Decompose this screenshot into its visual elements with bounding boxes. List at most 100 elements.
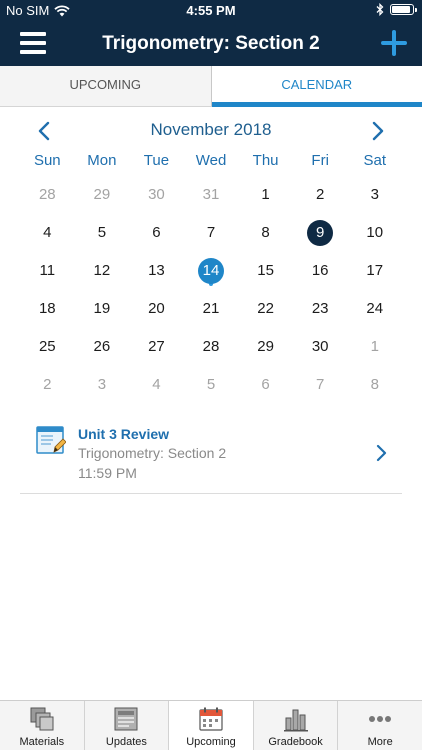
- calendar-day[interactable]: 8: [347, 366, 402, 404]
- calendar-day-number: 29: [93, 186, 111, 203]
- calendar-day[interactable]: 24: [347, 290, 402, 328]
- calendar-day-number: 15: [257, 262, 274, 279]
- calendar-day-number: 5: [206, 376, 216, 393]
- weekday-label: Sat: [363, 152, 387, 169]
- calendar-day[interactable]: 28: [184, 328, 239, 366]
- tab-label: Updates: [105, 736, 147, 748]
- calendar-day-number: 18: [38, 300, 56, 317]
- calendar-day[interactable]: 27: [129, 328, 184, 366]
- calendar-day-number: 26: [93, 338, 111, 355]
- plus-icon[interactable]: [380, 29, 408, 57]
- calendar-day[interactable]: 29: [238, 328, 293, 366]
- calendar-day[interactable]: 18: [20, 290, 75, 328]
- calendar-day-number: 22: [257, 300, 274, 317]
- updates-icon: [114, 707, 138, 731]
- calendar-day[interactable]: 4: [20, 214, 75, 252]
- calendar-day[interactable]: 30: [129, 176, 184, 214]
- calendar-day[interactable]: 5: [75, 214, 130, 252]
- chevron-right-icon: [376, 444, 387, 462]
- calendar-day-number: 23: [311, 300, 329, 317]
- calendar-day[interactable]: 8: [238, 214, 293, 252]
- event-list-item[interactable]: Unit 3 Review Trigonometry: Section 2 11…: [20, 420, 402, 494]
- calendar-day[interactable]: 26: [75, 328, 130, 366]
- calendar-day-number: 5: [97, 224, 107, 241]
- calendar-week-row: 25 26 27 28 29 30 1: [20, 328, 402, 366]
- calendar-day-number: 6: [261, 376, 270, 393]
- calendar-day[interactable]: 29: [75, 176, 130, 214]
- calendar-day-number: 1: [370, 338, 379, 355]
- calendar-day[interactable]: 22: [238, 290, 293, 328]
- calendar-day-number: 30: [148, 186, 165, 203]
- weekday-label: Thu: [252, 152, 279, 169]
- calendar-day[interactable]: 12: [75, 252, 130, 290]
- calendar-day[interactable]: 13: [129, 252, 184, 290]
- calendar-day[interactable]: 7: [293, 366, 348, 404]
- hamburger-menu-icon[interactable]: [20, 32, 46, 56]
- calendar-day[interactable]: 3: [75, 366, 130, 404]
- calendar-day-number: 3: [370, 186, 379, 203]
- calendar-day[interactable]: 3: [347, 176, 402, 214]
- tab-upcoming[interactable]: UPCOMING: [0, 66, 212, 107]
- calendar-day[interactable]: 28: [20, 176, 75, 214]
- gradebook-icon: [283, 709, 308, 732]
- calendar-day[interactable]: 6: [238, 366, 293, 404]
- calendar-day-number: 11: [39, 262, 56, 279]
- calendar-day[interactable]: 16: [293, 252, 348, 290]
- tab-upcoming-bottom[interactable]: Upcoming: [168, 701, 253, 750]
- calendar-day-number: 6: [152, 224, 161, 241]
- tab-calendar[interactable]: CALENDAR: [211, 66, 422, 107]
- weekday-label: Sun: [33, 152, 61, 169]
- tab-label: Materials: [19, 736, 65, 748]
- weekday-row: Sun Mon Tue Wed Thu Fri Sat: [20, 152, 402, 169]
- calendar-day-number: 19: [93, 300, 111, 317]
- calendar-day[interactable]: 2: [293, 176, 348, 214]
- calendar-day[interactable]: 6: [129, 214, 184, 252]
- calendar-day[interactable]: 17: [347, 252, 402, 290]
- calendar-day-number: 9: [307, 220, 334, 246]
- calendar-day-number: 17: [366, 262, 384, 279]
- tab-label: Gradebook: [268, 736, 323, 748]
- calendar-day[interactable]: 25: [20, 328, 75, 366]
- tab-materials[interactable]: Materials: [0, 701, 84, 750]
- calendar-week-row: 28 29 30 31 1 2 3: [20, 176, 402, 214]
- tab-more[interactable]: More: [337, 701, 422, 750]
- tab-updates[interactable]: Updates: [83, 701, 169, 750]
- calendar-day[interactable]: 10: [347, 214, 402, 252]
- calendar-day-number: 29: [257, 338, 274, 355]
- status-time: 4:55 PM: [186, 3, 236, 18]
- calendar-day[interactable]: 31: [184, 176, 239, 214]
- calendar-week-row: 11 12 13 14 15 16 17: [20, 252, 402, 290]
- tab-label: More: [367, 736, 393, 748]
- calendar-day[interactable]: 20: [129, 290, 184, 328]
- calendar-day[interactable]: 19: [75, 290, 130, 328]
- calendar-day[interactable]: 23: [293, 290, 348, 328]
- event-time: 11:59 PM: [78, 465, 137, 481]
- calendar-day[interactable]: 4: [129, 366, 184, 404]
- calendar-day[interactable]: 5: [184, 366, 239, 404]
- calendar-week-row: 4 5 6 7 8 9 10: [20, 214, 402, 252]
- calendar-day[interactable]: 21: [184, 290, 239, 328]
- chevron-right-icon[interactable]: [366, 120, 388, 142]
- calendar-day-number: 8: [370, 376, 379, 393]
- calendar-day-number: 30: [311, 338, 329, 355]
- page-title: Trigonometry: Section 2: [102, 33, 320, 54]
- calendar-day[interactable]: 1: [238, 176, 293, 214]
- calendar-day-number: 10: [366, 224, 384, 241]
- calendar-day[interactable]: 7: [184, 214, 239, 252]
- tab-gradebook[interactable]: Gradebook: [252, 701, 338, 750]
- calendar-day-today[interactable]: 14: [184, 252, 239, 290]
- calendar-day[interactable]: 11: [20, 252, 75, 290]
- more-icon: [369, 716, 392, 722]
- chevron-left-icon[interactable]: [34, 120, 56, 142]
- event-course: Trigonometry: Section 2: [78, 445, 227, 461]
- calendar-day[interactable]: 15: [238, 252, 293, 290]
- calendar-day[interactable]: 1: [347, 328, 402, 366]
- calendar-day[interactable]: 2: [20, 366, 75, 404]
- calendar-week-row: 18 19 20 21 22 23 24: [20, 290, 402, 328]
- weekday-label: Fri: [311, 152, 329, 169]
- calendar-day[interactable]: 30: [293, 328, 348, 366]
- calendar-day-selected[interactable]: 9: [293, 214, 348, 252]
- status-bar-right: [376, 3, 417, 16]
- calendar-day-number: 7: [316, 376, 325, 393]
- calendar-day-number: 27: [148, 338, 165, 355]
